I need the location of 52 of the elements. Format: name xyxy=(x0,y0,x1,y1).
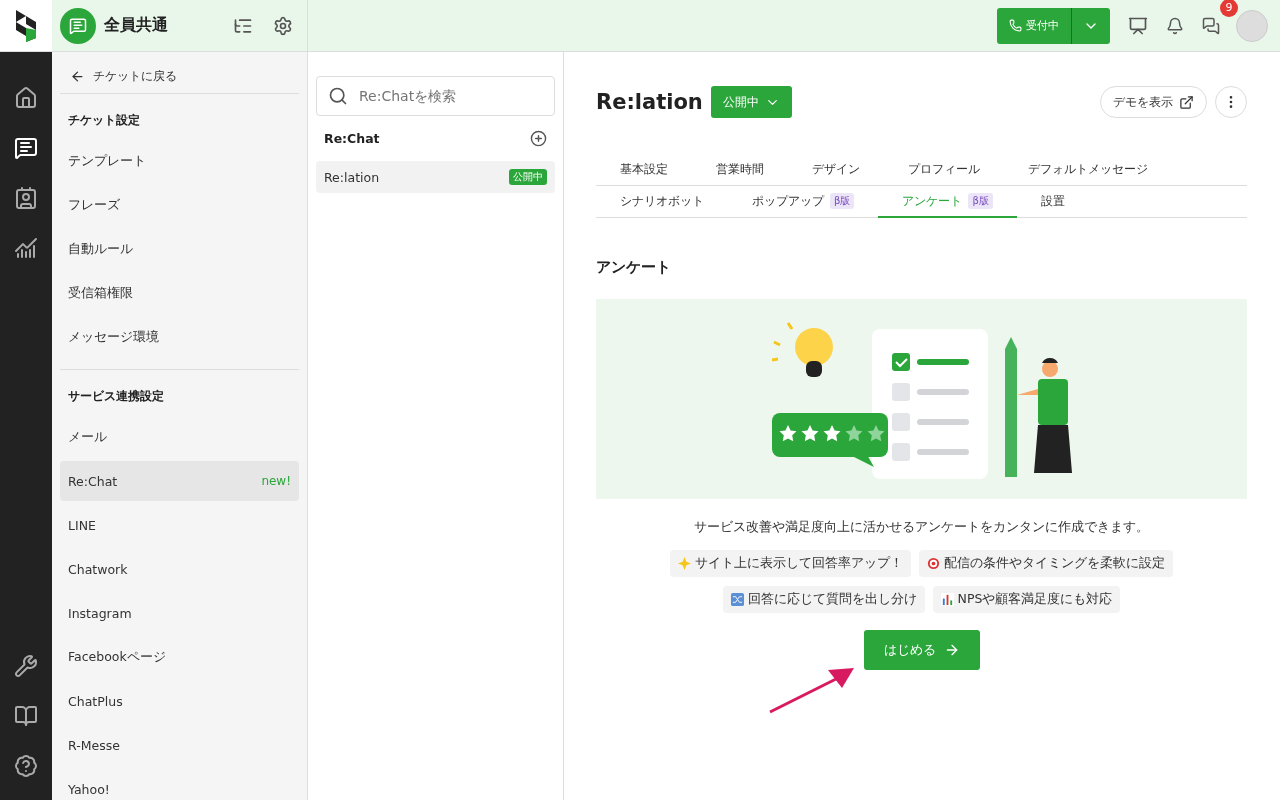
section-heading: アンケート xyxy=(596,258,672,277)
page-title: Re:lation xyxy=(596,90,703,114)
tab[interactable]: 設置 xyxy=(1016,186,1089,218)
app-logo xyxy=(14,9,38,42)
bar-chart-icon xyxy=(940,593,954,606)
target-icon xyxy=(927,557,940,570)
back-link[interactable]: チケットに戻る xyxy=(60,60,299,94)
workspace-name: 全員共通 xyxy=(104,15,169,36)
tab[interactable]: シナリオボット xyxy=(596,186,728,218)
sidebar-item[interactable]: Instagram xyxy=(60,593,299,633)
demo-button[interactable]: デモを表示 xyxy=(1100,86,1207,118)
tab[interactable]: デフォルトメッセージ xyxy=(1004,154,1172,186)
sidebar-item[interactable]: Facebookページ xyxy=(60,637,299,677)
external-link-icon xyxy=(1179,94,1194,110)
sparkle-star-icon xyxy=(678,557,691,570)
feature-chip: 回答に応じて質問を出し分け xyxy=(722,586,925,613)
tab[interactable]: プロフィール xyxy=(884,154,1004,186)
phone-icon xyxy=(1009,19,1022,32)
sidebar-item[interactable]: LINE xyxy=(60,505,299,545)
group-heading: Re:Chat xyxy=(324,131,380,146)
inbox-icon xyxy=(60,7,96,44)
description-text: サービス改善や満足度向上に活かせるアンケートをカンタンに作成できます。 xyxy=(693,519,1150,536)
beta-tag: β版 xyxy=(830,193,855,209)
feature-chip: サイト上に表示して回答率アップ！ xyxy=(670,550,911,577)
feature-chip: NPSや顧客満足度にも対応 xyxy=(932,586,1121,613)
sidebar-item[interactable]: 自動ルール xyxy=(60,229,299,269)
notification-badge: 9 xyxy=(1220,0,1238,17)
tab[interactable]: ポップアップ β版 xyxy=(728,186,879,218)
sidebar-item[interactable]: フレーズ xyxy=(60,185,299,225)
tab[interactable]: デザイン xyxy=(788,154,884,186)
sidebar-item[interactable]: 受信箱権限 xyxy=(60,273,299,313)
sidebar-item[interactable]: Re:Chat new! xyxy=(60,461,299,501)
sidebar-item[interactable]: R-Messe xyxy=(60,725,299,765)
sidebar-item[interactable]: テンプレート xyxy=(60,141,299,181)
add-icon[interactable] xyxy=(530,130,547,147)
feature-chip: 配信の条件やタイミングを柔軟に設定 xyxy=(919,550,1173,577)
search-icon xyxy=(328,86,348,106)
tab[interactable]: 営業時間 xyxy=(692,154,788,186)
sidebar-item[interactable]: メッセージ環境 xyxy=(60,317,299,357)
status-tag: 公開中 xyxy=(509,169,547,185)
sidebar-item[interactable]: Yahoo! xyxy=(60,769,299,800)
tab[interactable]: 基本設定 xyxy=(596,154,692,186)
sidebar-item[interactable]: Chatwork xyxy=(60,549,299,589)
search-field[interactable]: Re:Chatを検索 xyxy=(316,76,555,116)
tab[interactable]: アンケート β版 xyxy=(878,186,1017,218)
section-heading: サービス連携設定 xyxy=(67,388,165,405)
sidebar-item[interactable]: メール xyxy=(60,417,299,457)
section-heading: チケット設定 xyxy=(67,112,141,129)
beta-tag: β版 xyxy=(968,193,993,209)
sidebar-item[interactable]: ChatPlus xyxy=(60,681,299,721)
channel-item[interactable]: Re:lation 公開中 xyxy=(316,161,555,193)
shuffle-icon xyxy=(730,593,744,606)
